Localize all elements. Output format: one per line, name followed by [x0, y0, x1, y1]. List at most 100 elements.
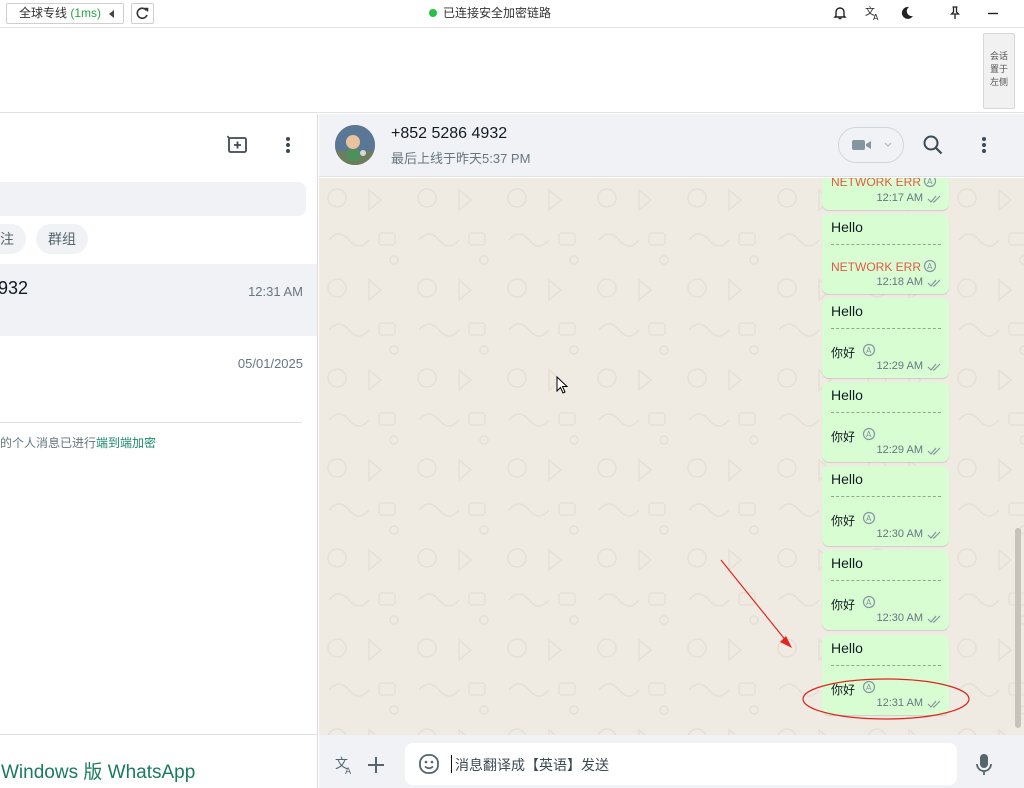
translate-toggle-icon[interactable]: 文A: [335, 755, 355, 775]
pin-left-label: 置于: [989, 64, 1008, 74]
chat-list-item[interactable]: 932 12:31 AM: [0, 264, 317, 336]
message-bubble[interactable]: Hello 你好 A 12:30 AM: [822, 550, 949, 630]
double-check-icon: [927, 195, 941, 203]
chat-header[interactable]: +852 5286 4932 最后上线于昨天5:37 PM: [319, 114, 1024, 177]
caret-left-icon: [109, 10, 114, 18]
double-check-icon: [927, 363, 941, 371]
message-time: 12:30 AM: [876, 612, 923, 624]
new-chat-icon[interactable]: [227, 135, 249, 155]
message-text: Hello: [831, 303, 863, 319]
microphone-icon[interactable]: [975, 753, 993, 777]
message-area[interactable]: NETWORK ERR A 12:17 AM Hello NETWORK ERR…: [319, 178, 1024, 735]
avatar[interactable]: [335, 125, 375, 165]
filter-chip[interactable]: 注: [0, 224, 26, 254]
latency-label: (1ms): [70, 6, 102, 20]
minimize-icon[interactable]: [985, 5, 1001, 21]
message-time: 12:18 AM: [876, 276, 923, 288]
sticker-emoji-icon[interactable]: [418, 753, 440, 775]
message-input[interactable]: 消息翻译成【英语】发送: [405, 743, 957, 785]
message-time: 12:17 AM: [876, 192, 923, 204]
video-call-button[interactable]: [838, 127, 904, 163]
translate-status-icon[interactable]: A: [862, 511, 876, 525]
translate-status-icon[interactable]: A: [862, 343, 876, 357]
video-camera-icon: [852, 140, 871, 150]
message-bubble[interactable]: NETWORK ERR A 12:17 AM: [822, 178, 949, 210]
attach-plus-icon[interactable]: [366, 755, 386, 775]
pin-icon[interactable]: [947, 5, 963, 21]
menu-dots-icon[interactable]: [279, 135, 297, 155]
svg-text:A: A: [866, 683, 872, 692]
translation-text: 你好: [831, 346, 856, 360]
message-text: Hello: [831, 471, 863, 487]
search-icon[interactable]: [922, 134, 944, 156]
translate-icon[interactable]: 文A: [865, 5, 881, 21]
moon-icon[interactable]: [899, 5, 915, 21]
translation-divider: [831, 412, 941, 413]
encryption-link[interactable]: 端到端加密: [96, 436, 156, 450]
translation-divider: [831, 665, 941, 666]
line-selector[interactable]: 全球专线 (1ms): [6, 3, 124, 24]
message-bubble[interactable]: Hello 你好 A 12:30 AM: [822, 466, 949, 546]
filter-chip-groups[interactable]: 群组: [36, 224, 88, 254]
double-check-icon: [927, 279, 941, 287]
translation-text: 你好: [831, 598, 856, 612]
pin-chat-left-button[interactable]: 会话 置于 左侧: [983, 33, 1015, 109]
message-bubble[interactable]: Hello 你好 A 12:31 AM: [822, 635, 949, 715]
scrollbar-thumb[interactable]: [1015, 528, 1021, 728]
double-check-icon: [927, 447, 941, 455]
translate-status-icon[interactable]: A: [862, 680, 876, 694]
message-bubble[interactable]: Hello 你好 A 12:29 AM: [822, 298, 949, 378]
status-text: 已连接安全加密链路: [443, 6, 552, 20]
top-bar: 全球专线 (1ms) 已连接安全加密链路 文A: [0, 0, 1024, 28]
svg-text:A: A: [927, 262, 933, 271]
svg-text:A: A: [866, 346, 872, 355]
svg-text:A: A: [866, 514, 872, 523]
message-bubble[interactable]: Hello 你好 A 12:29 AM: [822, 382, 949, 462]
toolbar-strip: 会话 置于 左侧: [0, 29, 1024, 113]
text-caret: [451, 755, 452, 773]
refresh-icon: [136, 7, 149, 19]
chat-time: 12:31 AM: [248, 284, 303, 299]
message-text: Hello: [831, 219, 863, 235]
translation-divider: [831, 244, 941, 245]
status-dot-icon: [429, 9, 437, 17]
message-text: Hello: [831, 555, 863, 571]
bell-icon[interactable]: [832, 5, 848, 21]
chat-menu-dots-icon[interactable]: [975, 135, 993, 155]
pin-left-label: 会话: [989, 51, 1008, 61]
chip-label: 注: [0, 231, 14, 247]
divider: [0, 422, 302, 423]
translate-status-icon[interactable]: A: [923, 259, 937, 273]
chat-list-panel: 注 群组 932 12:31 AM 05/01/2025 的个人消息已进行端到端…: [0, 114, 318, 788]
brand-text[interactable]: Windows 版 WhatsApp: [1, 757, 195, 784]
message-bubble[interactable]: Hello NETWORK ERR A 12:18 AM: [822, 214, 949, 294]
chat-list-item[interactable]: 05/01/2025: [0, 336, 317, 408]
refresh-button[interactable]: [131, 3, 154, 24]
translation-text: 你好: [831, 430, 856, 444]
mouse-cursor-icon: [556, 376, 569, 394]
composer-bar: 文A 消息翻译成【英语】发送: [319, 735, 1024, 788]
contact-name: +852 5286 4932: [391, 125, 508, 142]
translation-divider: [831, 496, 941, 497]
connection-status: 已连接安全加密链路: [429, 5, 551, 21]
double-check-icon: [927, 700, 941, 708]
translate-status-icon[interactable]: A: [862, 427, 876, 441]
message-time: 12:30 AM: [876, 528, 923, 540]
svg-text:A: A: [345, 767, 352, 775]
line-label: 全球专线: [19, 6, 68, 20]
pin-left-label: 左侧: [989, 77, 1008, 87]
message-text: Hello: [831, 640, 863, 656]
translation-divider: [831, 580, 941, 581]
chip-label: 群组: [48, 231, 76, 247]
translation-text: 你好: [831, 683, 856, 697]
search-input[interactable]: [0, 182, 306, 216]
translate-status-icon[interactable]: A: [923, 178, 937, 188]
svg-text:A: A: [866, 598, 872, 607]
last-seen-status: 最后上线于昨天5:37 PM: [391, 151, 531, 166]
encryption-note: 的个人消息已进行端到端加密: [0, 434, 156, 451]
network-error-label: NETWORK ERR: [831, 260, 921, 274]
svg-text:A: A: [873, 13, 879, 21]
message-input-placeholder: 消息翻译成【英语】发送: [455, 757, 609, 773]
translate-status-icon[interactable]: A: [862, 595, 876, 609]
double-check-icon: [927, 531, 941, 539]
